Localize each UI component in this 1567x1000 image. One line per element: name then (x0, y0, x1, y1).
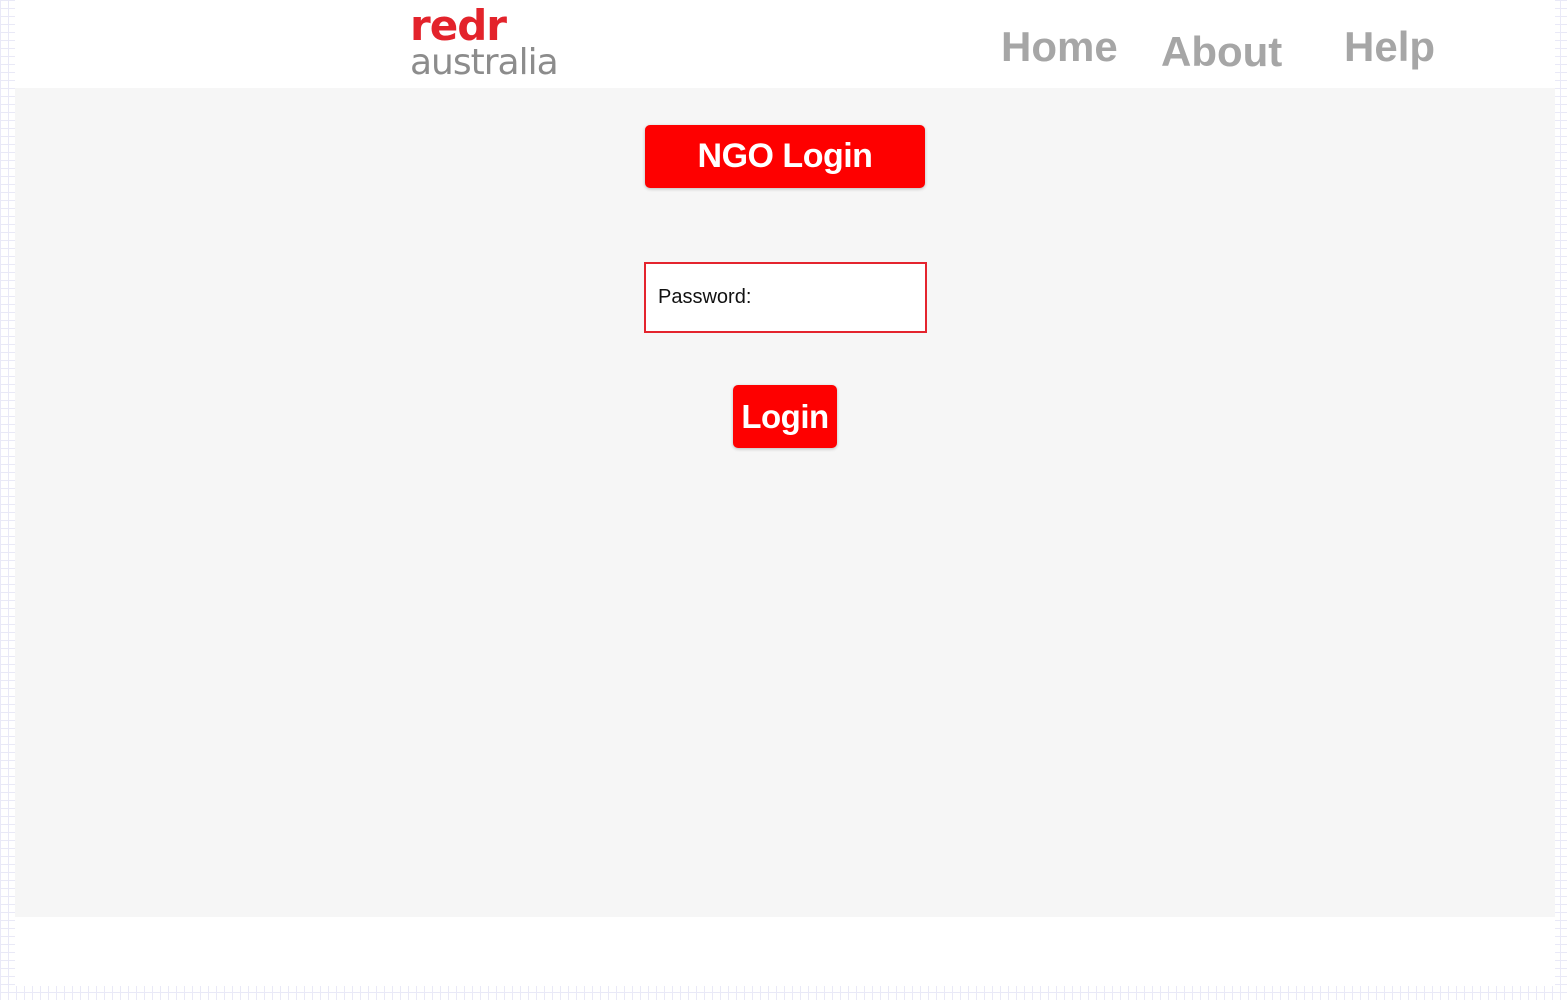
login-content-area: NGO Login Password: Login (15, 88, 1555, 917)
site-header: redr australia Home About Help (15, 0, 1555, 88)
page-footer (15, 917, 1555, 986)
redr-australia-logo[interactable]: redr australia (410, 4, 560, 84)
login-button[interactable]: Login (733, 385, 837, 448)
logo-brand-grey: australia (410, 42, 559, 83)
nav-link-help[interactable]: Help (1344, 23, 1435, 71)
password-label: Password: (658, 286, 752, 308)
password-input[interactable] (757, 276, 1027, 319)
password-field[interactable]: Password: (644, 262, 1027, 333)
nav-link-home[interactable]: Home (1001, 23, 1118, 71)
page-title: NGO Login (645, 125, 925, 188)
nav-link-about[interactable]: About (1161, 28, 1282, 76)
